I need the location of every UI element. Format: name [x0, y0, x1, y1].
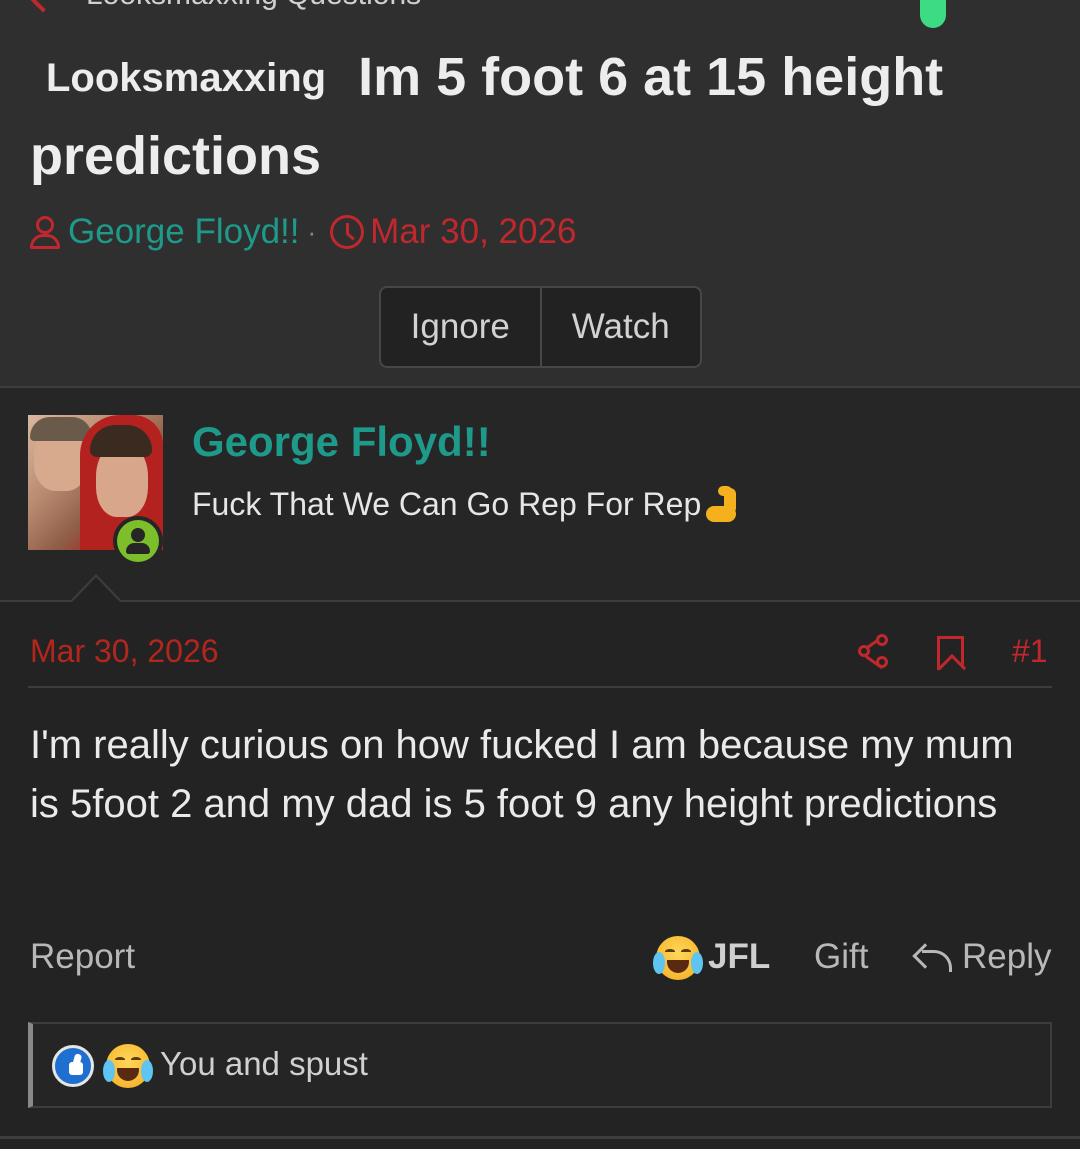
- share-icon[interactable]: [858, 634, 892, 670]
- gift-button[interactable]: Gift: [814, 937, 868, 977]
- laughing-crying-emoji-icon[interactable]: [653, 936, 703, 980]
- thread-action-buttons: Ignore Watch: [379, 286, 702, 368]
- watch-button[interactable]: Watch: [539, 288, 701, 366]
- meta-separator: ·: [307, 216, 317, 247]
- flexed-biceps-emoji-icon: [704, 486, 740, 524]
- jfl-reaction-button[interactable]: JFL: [708, 937, 770, 977]
- user-title: Fuck That We Can Go Rep For Rep: [192, 486, 702, 522]
- ignore-button[interactable]: Ignore: [381, 288, 540, 366]
- back-arrow-icon[interactable]: [27, 0, 59, 13]
- post-date-link[interactable]: Mar 30, 2026: [30, 633, 219, 670]
- post-number-link[interactable]: #1: [1012, 633, 1048, 670]
- online-status-icon: [113, 516, 163, 566]
- thread-page: Looksmaxxing Questions LooksmaxxingIm 5 …: [0, 0, 1080, 1149]
- thread-header: Looksmaxxing Questions LooksmaxxingIm 5 …: [0, 0, 1080, 386]
- thread-meta: George Floyd!! · Mar 30, 2026: [28, 210, 576, 254]
- breadcrumb[interactable]: Looksmaxxing Questions: [86, 0, 421, 12]
- thread-date-link[interactable]: Mar 30, 2026: [370, 212, 576, 252]
- post-username-link[interactable]: George Floyd!!: [192, 418, 491, 466]
- reactions-summary[interactable]: You and spust: [160, 1045, 368, 1083]
- clock-icon: [330, 215, 365, 249]
- reply-button[interactable]: Reply: [962, 937, 1051, 977]
- post-pointer-fill: [72, 577, 120, 602]
- divider: [0, 1136, 1080, 1139]
- status-indicator: [920, 0, 946, 28]
- thread-prefix[interactable]: Looksmaxxing: [46, 39, 326, 117]
- page-title: Looksmaxxing Im 5 foot 6 at 15 height pre…: [30, 38, 1030, 195]
- laughing-crying-emoji-icon: [103, 1044, 153, 1088]
- bookmark-icon[interactable]: [937, 636, 964, 670]
- divider: [28, 686, 1052, 688]
- user-icon: [28, 214, 62, 250]
- like-icon: [52, 1045, 94, 1087]
- reply-icon[interactable]: [912, 942, 954, 974]
- post-message: I'm really curious on how fucked I am be…: [30, 723, 1014, 826]
- report-button[interactable]: Report: [30, 937, 135, 977]
- thread-author-link[interactable]: George Floyd!!: [68, 212, 300, 252]
